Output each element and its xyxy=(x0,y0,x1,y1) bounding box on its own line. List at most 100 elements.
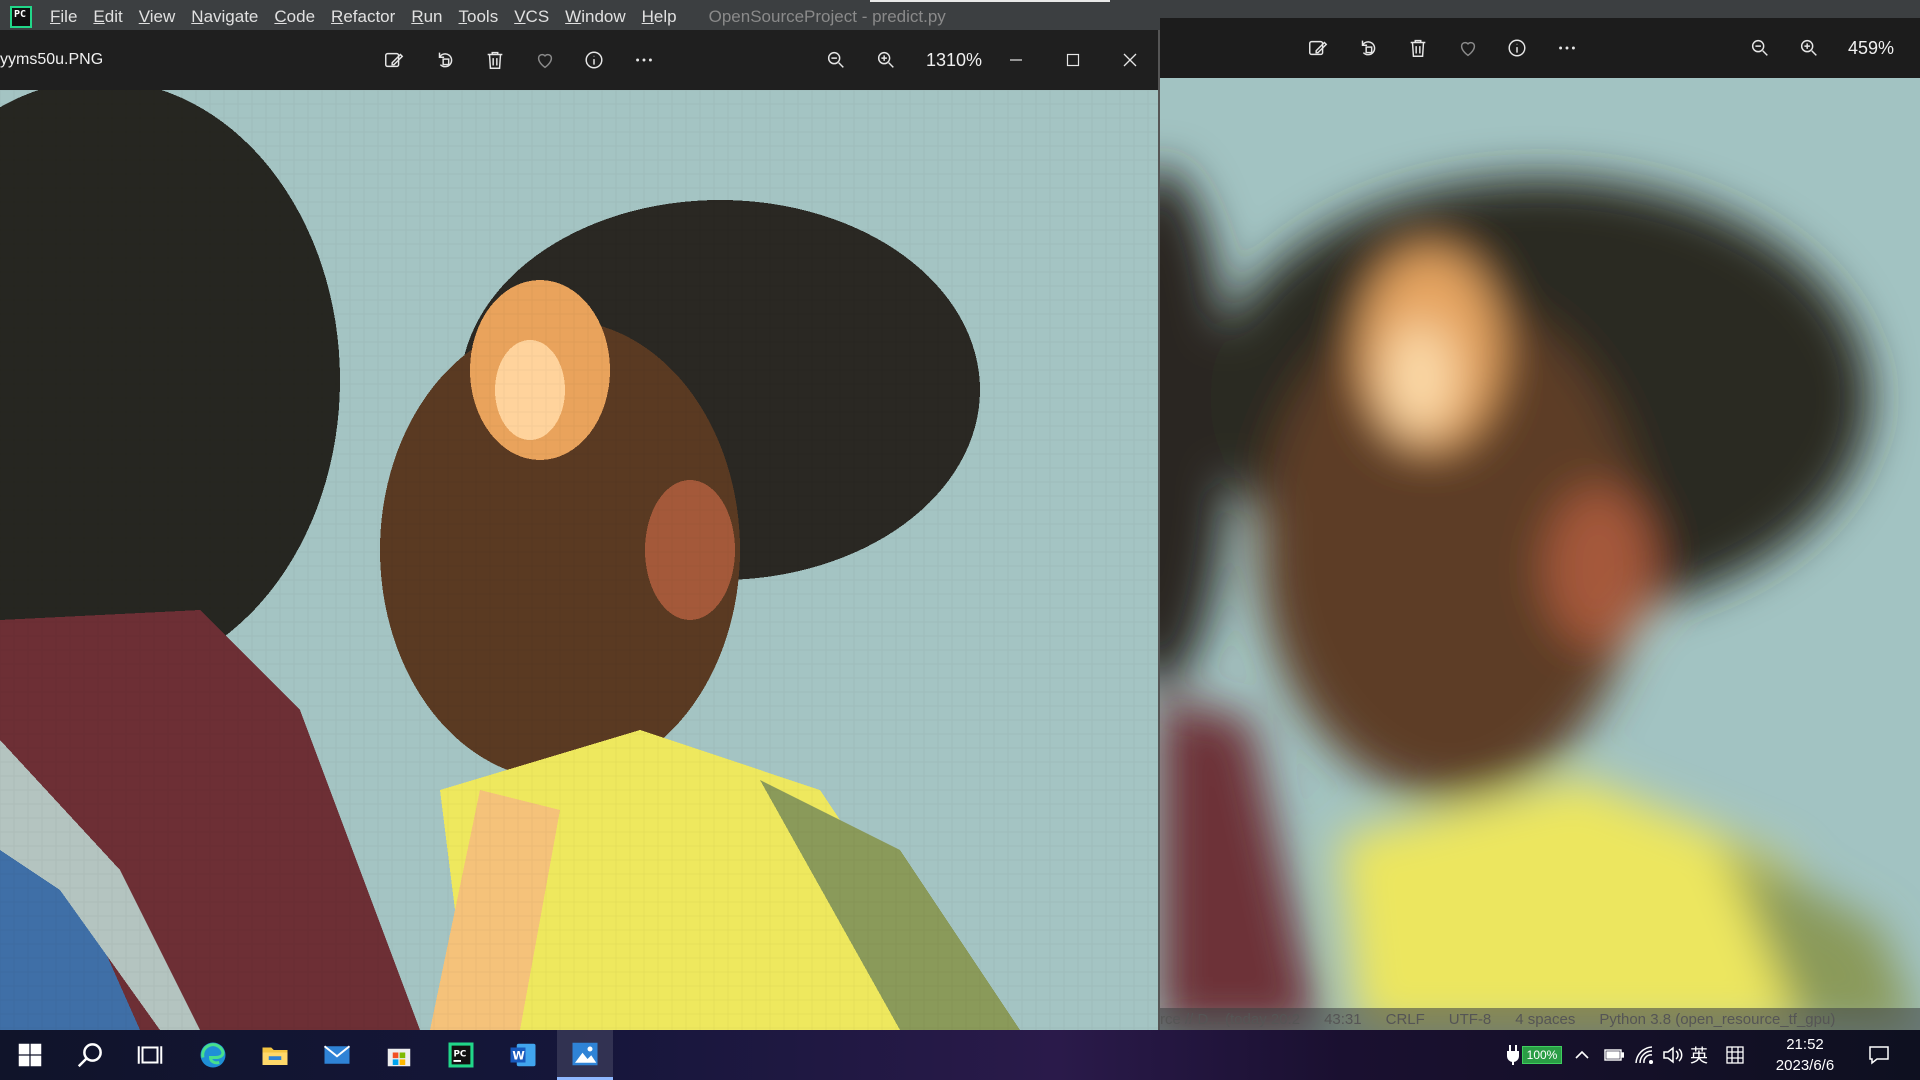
menu-tools[interactable]: Tools xyxy=(451,7,507,27)
search-icon xyxy=(77,1043,102,1068)
zoom-out-button[interactable] xyxy=(820,44,852,76)
more-icon xyxy=(1559,46,1575,50)
info-icon xyxy=(585,51,603,69)
ide-window-title: OpenSourceProject - predict.py xyxy=(708,7,946,26)
zoom-in-icon xyxy=(877,51,894,68)
zoomed-photo-smooth[interactable] xyxy=(1160,78,1920,1030)
pycharm-taskbar-button[interactable]: PC xyxy=(433,1030,489,1080)
status-interpreter[interactable]: Python 3.8 (open_resource_tf_gpu) xyxy=(1599,1011,1835,1028)
smooth-photo-art xyxy=(1160,78,1920,1030)
photos-icon xyxy=(572,1042,598,1065)
status-encoding[interactable]: UTF-8 xyxy=(1449,1011,1492,1028)
zoom-in-button-right[interactable] xyxy=(1793,32,1825,64)
menu-edit[interactable]: Edit xyxy=(85,7,130,27)
viewer-toolbar-left: yyms50u.PNG 1310% xyxy=(0,30,1158,90)
battery-indicator[interactable]: 100% xyxy=(1522,1046,1562,1064)
wifi-icon[interactable] xyxy=(1634,1030,1654,1080)
photo-viewer-right: 459% xyxy=(1160,18,1920,1030)
trash-icon xyxy=(1410,39,1426,57)
zoom-level-right[interactable]: 459% xyxy=(1848,38,1894,59)
status-vcs[interactable]: rce // D... (today 20:2 xyxy=(1160,1011,1300,1028)
favorite-button-right[interactable] xyxy=(1452,32,1484,64)
notifications-button[interactable] xyxy=(1868,1030,1890,1080)
start-button[interactable] xyxy=(2,1030,58,1080)
taskbar: PC W 100% 英 21:52 2023/6/6 xyxy=(0,1030,1920,1080)
word-taskbar-button[interactable]: W xyxy=(495,1030,551,1080)
clock-time: 21:52 xyxy=(1786,1036,1824,1053)
more-icon xyxy=(636,58,652,62)
ime-mode-grid-icon[interactable] xyxy=(1726,1030,1744,1080)
menu-file[interactable]: File xyxy=(42,7,85,27)
viewer-toolbar-right: 459% xyxy=(1160,18,1920,78)
zoom-out-icon xyxy=(1751,39,1768,56)
menu-window[interactable]: Window xyxy=(557,7,633,27)
menu-run[interactable]: Run xyxy=(403,7,450,27)
show-hidden-icons-chevron-up-icon[interactable] xyxy=(1574,1030,1590,1080)
menu-code[interactable]: Code xyxy=(266,7,323,27)
svg-text:W: W xyxy=(512,1049,525,1062)
photos-taskbar-button[interactable] xyxy=(557,1030,613,1080)
info-icon xyxy=(1508,39,1526,57)
pycharm-logo-icon[interactable]: PC xyxy=(10,6,32,28)
maximize-button[interactable] xyxy=(1053,42,1093,78)
edge-taskbar-button[interactable] xyxy=(185,1030,241,1080)
windows-logo-icon xyxy=(18,1043,42,1067)
heart-icon xyxy=(537,53,553,69)
close-button[interactable] xyxy=(1110,42,1150,78)
edit-image-button[interactable] xyxy=(378,44,410,76)
zoom-in-button[interactable] xyxy=(870,44,902,76)
task-view-button[interactable] xyxy=(122,1030,178,1080)
rotate-button-right[interactable] xyxy=(1352,32,1384,64)
menu-vcs[interactable]: VCS xyxy=(506,7,557,27)
title-progress-strip xyxy=(870,0,1110,2)
delete-button[interactable] xyxy=(479,44,511,76)
zoom-level[interactable]: 1310% xyxy=(926,50,982,71)
more-options-button-right[interactable] xyxy=(1551,32,1583,64)
delete-button-right[interactable] xyxy=(1402,32,1434,64)
pycharm-icon: PC xyxy=(448,1042,474,1068)
close-icon xyxy=(1123,53,1137,67)
menu-help[interactable]: Help xyxy=(634,7,685,27)
clock-date: 2023/6/6 xyxy=(1775,1057,1835,1074)
zoomed-photo-pixelated[interactable] xyxy=(0,90,1158,1030)
notification-icon xyxy=(1869,1046,1889,1065)
favorite-button[interactable] xyxy=(529,44,561,76)
status-position[interactable]: 43:31 xyxy=(1324,1011,1362,1028)
rotate-button[interactable] xyxy=(429,44,461,76)
clock[interactable]: 21:52 2023/6/6 xyxy=(1760,1034,1850,1076)
info-button-right[interactable] xyxy=(1501,32,1533,64)
trash-icon xyxy=(487,51,503,69)
maximize-icon xyxy=(1066,53,1080,67)
menu-refactor[interactable]: Refactor xyxy=(323,7,403,27)
svg-text:PC: PC xyxy=(454,1049,467,1059)
ime-language-indicator[interactable]: 英 xyxy=(1690,1030,1708,1080)
minimize-icon xyxy=(1010,59,1022,61)
edit-image-icon xyxy=(385,52,404,68)
heart-icon xyxy=(1460,41,1476,57)
search-button[interactable] xyxy=(62,1030,118,1080)
store-taskbar-button[interactable] xyxy=(371,1030,427,1080)
pixelated-photo-art xyxy=(0,90,1158,1030)
battery-icon[interactable] xyxy=(1604,1030,1624,1080)
status-indent[interactable]: 4 spaces xyxy=(1515,1011,1575,1028)
word-icon: W xyxy=(510,1043,536,1067)
zoom-in-icon xyxy=(1800,39,1817,56)
zoom-out-button-right[interactable] xyxy=(1744,32,1776,64)
mail-icon xyxy=(323,1045,351,1064)
status-line-separator[interactable]: CRLF xyxy=(1386,1011,1425,1028)
mail-taskbar-button[interactable] xyxy=(309,1030,365,1080)
edit-image-icon xyxy=(1309,40,1328,56)
store-icon xyxy=(387,1048,411,1067)
volume-icon[interactable] xyxy=(1662,1030,1684,1080)
minimize-button[interactable] xyxy=(996,42,1036,78)
zoom-out-icon xyxy=(827,51,844,68)
edit-image-button-right[interactable] xyxy=(1302,32,1334,64)
edge-browser-icon xyxy=(200,1042,226,1068)
more-options-button[interactable] xyxy=(628,44,660,76)
menu-navigate[interactable]: Navigate xyxy=(183,7,266,27)
info-button[interactable] xyxy=(578,44,610,76)
power-plug-icon[interactable] xyxy=(1506,1030,1520,1080)
file-explorer-taskbar-button[interactable] xyxy=(247,1030,303,1080)
menu-view[interactable]: View xyxy=(131,7,184,27)
folder-icon xyxy=(262,1047,288,1065)
